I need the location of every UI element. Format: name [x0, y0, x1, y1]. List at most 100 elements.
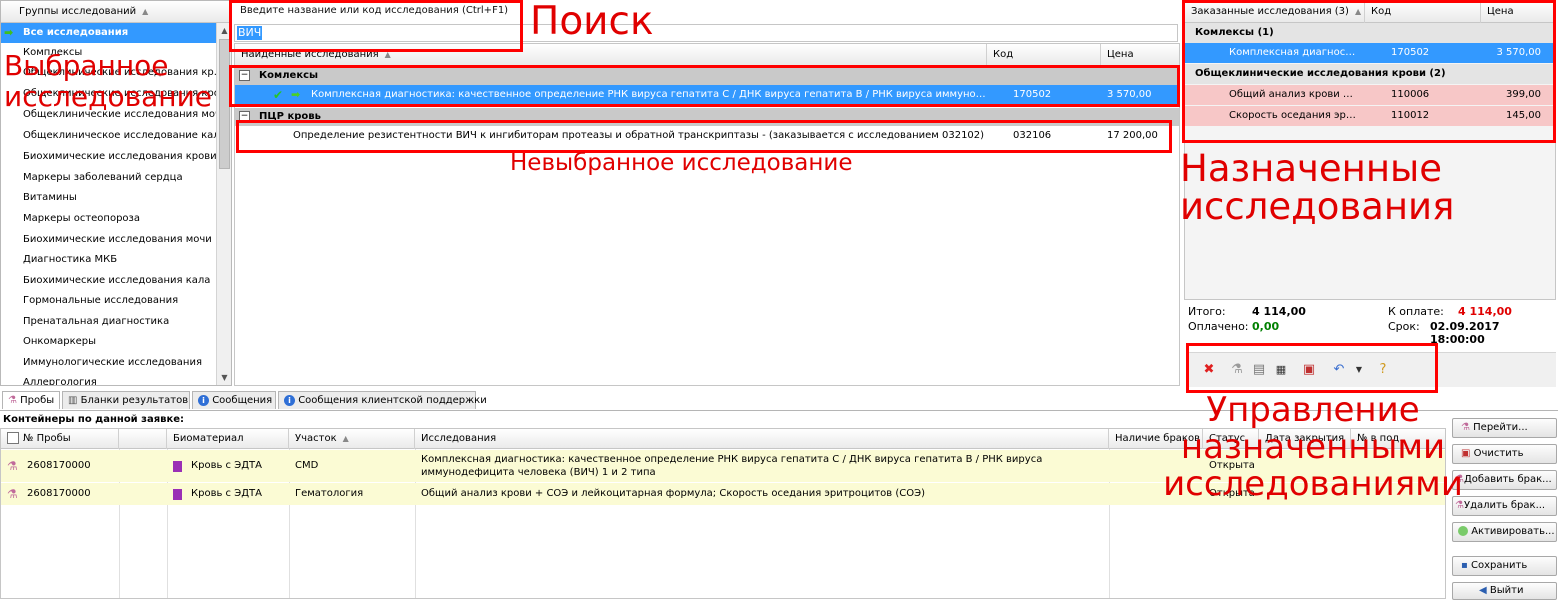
- activate-label: Активировать...: [1471, 526, 1555, 537]
- annotation-box-selected: [229, 65, 1180, 107]
- group-item-label: Диагностика МКБ: [23, 254, 118, 265]
- total-label: Итого:: [1188, 305, 1226, 318]
- annotation-box-unselected: [236, 120, 1172, 153]
- group-item-label: Все исследования: [23, 27, 129, 38]
- save-button[interactable]: ▪ Сохранить: [1452, 556, 1557, 576]
- group-item[interactable]: Гормональные исследования: [1, 291, 216, 311]
- annotation-manage-text: Управление назначенными исследованиями: [1163, 390, 1463, 504]
- info-icon: i: [198, 395, 209, 406]
- group-item-all[interactable]: ➡ Все исследования: [1, 23, 216, 43]
- tube-icon: ⚗: [8, 395, 17, 406]
- annotation-selected-text: Выбранное исследование: [4, 49, 212, 113]
- tab-support-messages-label: Сообщения клиентской поддержки: [298, 395, 487, 406]
- tab-probes[interactable]: ⚗ Пробы: [2, 391, 60, 409]
- group-item[interactable]: Онкомаркеры: [1, 332, 216, 352]
- group-item-label: Пренатальная диагностика: [23, 316, 170, 327]
- tab-result-forms[interactable]: ▥ Бланки результатов: [62, 391, 190, 409]
- totals-block: Итого: 4 114,00 Оплачено: 0,00 К оплате:…: [1186, 303, 1556, 346]
- due-value: 02.09.2017 18:00:00: [1430, 320, 1500, 346]
- annotation-assigned-text: Назначенные исследования: [1180, 147, 1455, 228]
- annotation-unselected: Невыбранное исследование: [510, 150, 853, 176]
- containers-title: Контейнеры по данной заявке:: [3, 414, 185, 425]
- sort-asc-icon: ▲: [142, 7, 149, 16]
- tube-icon: ⚗: [7, 459, 18, 473]
- group-item[interactable]: Биохимические исследования мочи: [1, 230, 216, 250]
- probe-header: № Пробы: [23, 433, 71, 444]
- groups-header[interactable]: Группы исследований ▲: [1, 1, 231, 23]
- groups-header-label: Группы исследований: [19, 6, 137, 17]
- col-bio[interactable]: Биоматериал: [167, 429, 289, 449]
- group-item-label: Общеклиническое исследование кала: [23, 130, 226, 141]
- container-probe: 2608170000: [27, 460, 91, 471]
- topay-label: К оплате:: [1388, 305, 1444, 318]
- group-item[interactable]: Биохимические исследования кала: [1, 271, 216, 291]
- group-item[interactable]: Маркеры остеопороза: [1, 209, 216, 229]
- group-item[interactable]: Иммунологические исследования: [1, 353, 216, 373]
- sort-asc-icon: ▲: [342, 434, 349, 443]
- tab-result-forms-label: Бланки результатов: [80, 395, 189, 406]
- col-found-price[interactable]: Цена: [1101, 44, 1179, 66]
- group-item-label: Биохимические исследования кала: [23, 275, 211, 286]
- exit-label: Выйти: [1489, 585, 1524, 596]
- container-bio: Кровь с ЭДТА: [191, 488, 262, 499]
- scroll-down-icon[interactable]: ▼: [217, 370, 231, 385]
- tube-icon: ⚗: [7, 487, 18, 501]
- tube-color-icon: [173, 489, 182, 500]
- annotation-search: Поиск: [530, 0, 654, 44]
- group-item-label: Витамины: [23, 192, 77, 203]
- group-item-label: Гормональные исследования: [23, 295, 179, 306]
- annotation-box-search: [229, 0, 523, 52]
- tab-support-messages[interactable]: i Сообщения клиентской поддержки: [278, 391, 487, 409]
- group-item[interactable]: Витамины: [1, 188, 216, 208]
- group-item-label: Онкомаркеры: [23, 336, 97, 347]
- annotation-assigned: Назначенные исследования: [1180, 150, 1500, 226]
- group-item[interactable]: Аллергология: [1, 373, 216, 386]
- annotation-manage: Управление назначенными исследованиями: [1138, 392, 1488, 503]
- container-bio: Кровь с ЭДТА: [191, 460, 262, 471]
- info-icon: i: [284, 395, 295, 406]
- paid-value: 0,00: [1252, 320, 1280, 333]
- group-item-label: Аллергология: [23, 377, 97, 386]
- section-header: Участок: [295, 433, 337, 444]
- bio-header: Биоматериал: [173, 433, 244, 444]
- save-label: Сохранить: [1470, 560, 1528, 571]
- tab-messages-label: Сообщения: [212, 395, 273, 406]
- group-item-label: Иммунологические исследования: [23, 357, 202, 368]
- printer-icon: ▥: [68, 395, 78, 406]
- tube-color-icon: [173, 461, 182, 472]
- container-research: Комплексная диагностика: качественное оп…: [421, 454, 1043, 478]
- annotation-selected: Выбранное исследование: [4, 50, 224, 112]
- group-item-label: Маркеры остеопороза: [23, 213, 140, 224]
- group-item-label: Маркеры заболеваний сердца: [23, 172, 183, 183]
- group-item[interactable]: Пренатальная диагностика: [1, 312, 216, 332]
- col-blank: [119, 429, 167, 449]
- exit-icon: ◀: [1479, 585, 1487, 596]
- col-found-code[interactable]: Код: [987, 44, 1101, 66]
- group-item-label: Биохимические исследования мочи: [23, 234, 212, 245]
- found-code-header: Код: [993, 49, 1014, 60]
- arrow-right-icon: ➡: [4, 26, 14, 39]
- total-value: 4 114,00: [1252, 305, 1306, 318]
- save-icon: ▪: [1461, 560, 1468, 571]
- research-header: Исследования: [421, 433, 497, 444]
- tab-messages[interactable]: i Сообщения: [192, 391, 276, 409]
- group-item[interactable]: Общеклиническое исследование кала: [1, 126, 226, 146]
- col-probe[interactable]: № Пробы: [1, 429, 119, 449]
- exit-button[interactable]: ◀ Выйти: [1452, 582, 1557, 600]
- container-section: Гематология: [295, 488, 364, 499]
- activate-button[interactable]: Активировать...: [1452, 522, 1557, 542]
- topay-value: 4 114,00: [1458, 305, 1512, 318]
- select-all-checkbox[interactable]: [7, 432, 19, 444]
- tab-probes-label: Пробы: [20, 395, 55, 406]
- group-item[interactable]: Диагностика МКБ: [1, 250, 216, 270]
- col-research[interactable]: Исследования: [415, 429, 1109, 449]
- due-label: Срок:: [1388, 320, 1420, 333]
- col-section[interactable]: Участок ▲: [289, 429, 415, 449]
- paid-label: Оплачено:: [1188, 320, 1249, 333]
- container-section: CMD: [295, 460, 319, 471]
- green-circle-icon: [1458, 526, 1468, 536]
- container-probe: 2608170000: [27, 488, 91, 499]
- annotation-box-manage: [1186, 343, 1438, 393]
- group-item[interactable]: Маркеры заболеваний сердца: [1, 168, 216, 188]
- group-item[interactable]: Биохимические исследования крови: [1, 147, 217, 167]
